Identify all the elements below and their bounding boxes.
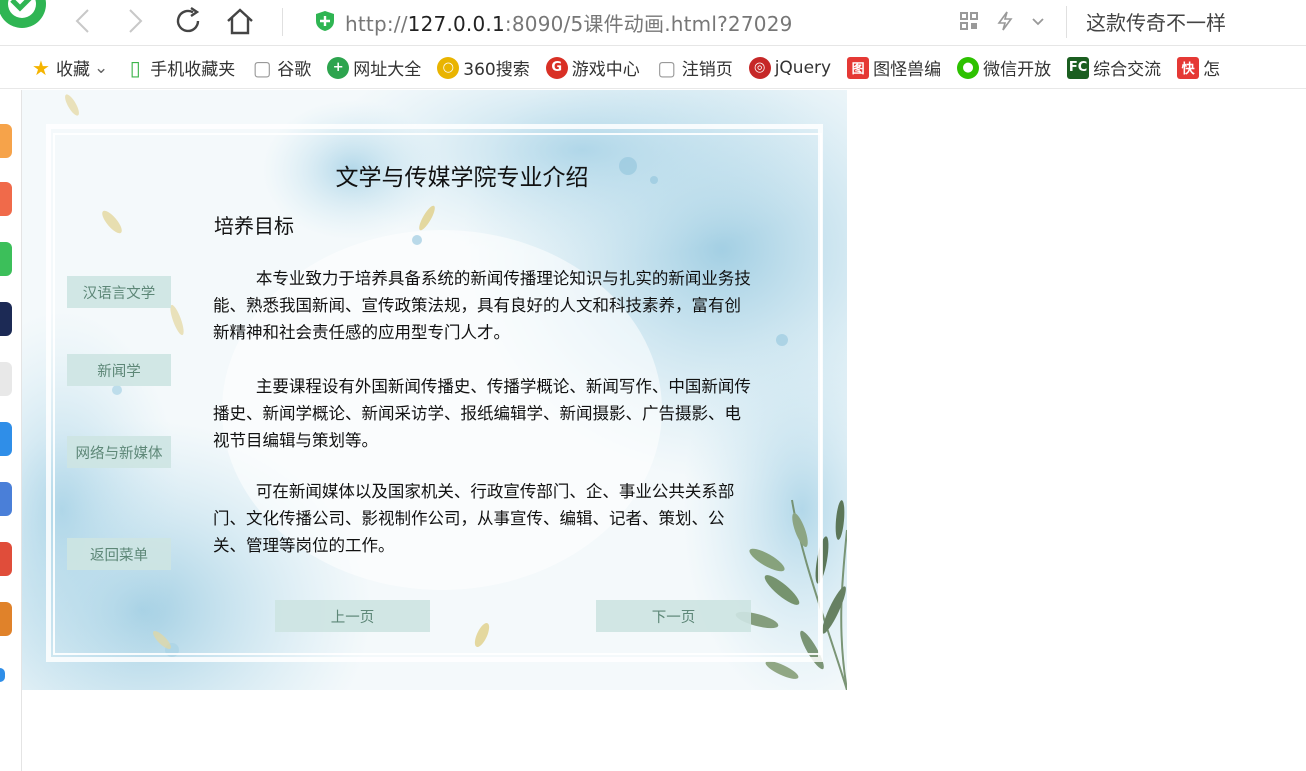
page-title: 文学与传媒学院专业介绍 — [335, 165, 589, 191]
kuai-icon: 快 — [1177, 56, 1200, 79]
sidebar-app-icon[interactable] — [0, 668, 5, 682]
bookmark-item[interactable]: ▢ 谷歌 — [251, 53, 311, 83]
nav-button-back-to-menu[interactable]: 返回菜单 — [67, 538, 171, 570]
browser-toolbar: http://127.0.0.1:8090/5课件动画.html?27029 这… — [0, 0, 1306, 46]
bookmark-item[interactable]: ● 微信开放 — [957, 53, 1051, 83]
nav-button-new-media[interactable]: 网络与新媒体 — [67, 436, 171, 468]
star-icon: ★ — [32, 55, 50, 80]
url-rest: :8090/5课件动画.html?27029 — [504, 12, 793, 36]
bookmark-item[interactable]: ★ 收藏 ⌄ — [30, 53, 108, 83]
bookmark-label: 怎 — [1203, 60, 1221, 80]
bookmark-label: jQuery — [774, 57, 832, 78]
bookmark-item[interactable]: 图图怪兽编 — [847, 53, 941, 83]
sidebar-app-icon[interactable] — [0, 124, 12, 158]
back-icon[interactable] — [68, 6, 98, 36]
jquery-icon: ◎ — [748, 56, 771, 79]
reload-icon[interactable] — [173, 6, 203, 36]
bookmark-item[interactable]: ○ 360搜索 — [437, 53, 530, 83]
bookmark-label: 注销页 — [681, 60, 733, 80]
bookmark-item[interactable]: 快怎 — [1177, 53, 1220, 83]
bookmark-label: 综合交流 — [1093, 60, 1162, 80]
bookmark-label: 微信开放 — [983, 60, 1052, 80]
browser-sidebar — [0, 90, 22, 771]
sidebar-app-icon[interactable] — [0, 182, 12, 216]
browser-logo-icon — [0, 0, 46, 28]
paragraph-objective: 本专业致力于培养具备系统的新闻传播理论知识与扎实的新闻业务技能、熟悉我国新闻、宣… — [213, 269, 751, 342]
bookmark-item[interactable]: FC 综合交流 — [1067, 53, 1161, 83]
360-icon: ○ — [437, 56, 460, 79]
home-icon[interactable] — [225, 6, 255, 36]
bookmark-label: 手机收藏夹 — [150, 60, 236, 80]
security-shield-icon — [316, 11, 334, 31]
bookmark-label: 谷歌 — [277, 60, 312, 80]
url-host: 127.0.0.1 — [407, 12, 505, 36]
chevron-down-icon[interactable]: ⌄ — [94, 58, 108, 78]
bookmark-item[interactable]: ▢ 注销页 — [656, 53, 733, 83]
sidebar-app-icon[interactable] — [0, 602, 12, 636]
next-page-button[interactable]: 下一页 — [596, 600, 751, 632]
nav-button-chinese-literature[interactable]: 汉语言文学 — [67, 276, 171, 308]
page-icon: ▢ — [657, 55, 677, 80]
bookmark-item[interactable]: ◎ jQuery — [748, 53, 832, 83]
page-icon: ▢ — [252, 55, 272, 80]
separator — [1066, 6, 1067, 38]
wechat-icon: ● — [957, 56, 980, 79]
sidebar-app-icon[interactable] — [0, 302, 12, 336]
url-prefix: http:// — [345, 12, 408, 36]
toolbar-right-icons — [958, 10, 1046, 32]
sidebar-app-icon[interactable] — [0, 362, 12, 396]
sidebar-app-icon[interactable] — [0, 482, 12, 516]
bookmarks-bar: ★ 收藏 ⌄ ▯ 手机收藏夹 ▢ 谷歌 + 网址大全 ○ 360搜索 G 游戏中心 ▢ 注销页 ◎ jQuery… — [0, 47, 1306, 89]
paragraph-courses: 主要课程设有外国新闻传播史、传播学概论、新闻写作、中国新闻传播史、新闻学概论、新… — [213, 377, 751, 450]
bookmark-item[interactable]: + 网址大全 — [327, 53, 421, 83]
lightning-icon[interactable] — [994, 10, 1016, 32]
bookmark-label: 图怪兽编 — [873, 60, 942, 80]
address-bar[interactable]: http://127.0.0.1:8090/5课件动画.html?27029 — [345, 8, 793, 37]
bookmark-item[interactable]: ▯ 手机收藏夹 — [124, 53, 236, 83]
page-canvas: 文学与传媒学院专业介绍 培养目标 本专业致力于培养具备系统的新闻传播理论知识与扎… — [22, 90, 847, 690]
fc-icon: FC — [1067, 56, 1090, 79]
bookmark-label: 收藏 — [56, 60, 90, 80]
sidebar-app-icon[interactable] — [0, 422, 12, 456]
bookmark-item[interactable]: G 游戏中心 — [545, 53, 640, 83]
bookmark-label: 360搜索 — [463, 60, 530, 80]
bookmark-label: 游戏中心 — [571, 60, 640, 80]
nav-button-journalism[interactable]: 新闻学 — [67, 354, 171, 386]
forward-icon[interactable] — [120, 6, 150, 36]
sidebar-app-icon[interactable] — [0, 542, 12, 576]
game-icon: G — [545, 56, 568, 79]
tuguaishou-icon: 图 — [847, 56, 870, 79]
section-heading: 培养目标 — [214, 214, 294, 238]
search-suggestion[interactable]: 这款传奇不一样 — [1086, 7, 1226, 36]
phone-icon: ▯ — [129, 55, 141, 80]
sidebar-app-icon[interactable] — [0, 242, 12, 276]
chevron-down-icon[interactable] — [1030, 13, 1046, 29]
qr-code-icon[interactable] — [958, 10, 980, 32]
plus-circle-icon: + — [327, 56, 350, 79]
prev-page-button[interactable]: 上一页 — [275, 600, 430, 632]
paragraph-careers: 可在新闻媒体以及国家机关、行政宣传部门、企、事业公共关系部门、文化传播公司、影视… — [213, 482, 735, 555]
bookmark-label: 网址大全 — [353, 60, 422, 80]
separator — [282, 8, 283, 36]
